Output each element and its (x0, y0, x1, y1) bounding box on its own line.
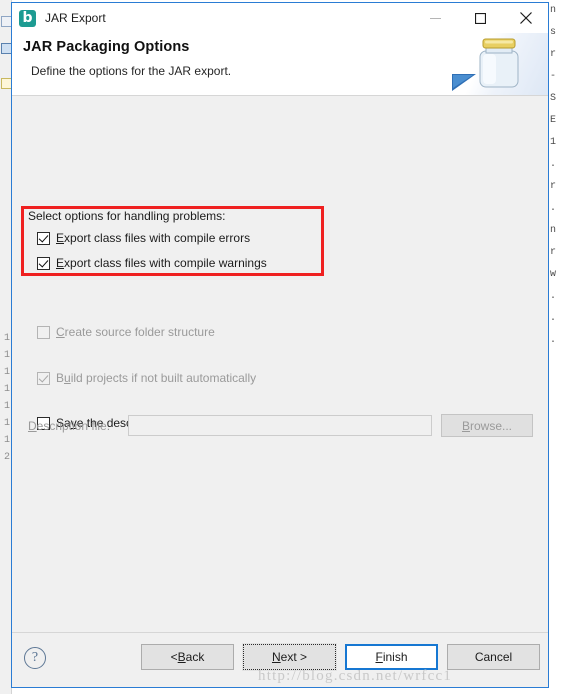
eclipse-b-icon (19, 8, 36, 28)
help-icon[interactable]: ? (24, 647, 46, 669)
editor-code-fragment: - (550, 71, 557, 82)
editor-code-fragment: E (550, 115, 557, 126)
editor-line-number: 2 (3, 452, 10, 463)
maximize-icon[interactable] (458, 3, 503, 33)
editor-line-number: 1 (3, 435, 10, 446)
editor-code-fragment: . (550, 335, 557, 346)
editor-code-fragment: S (550, 93, 557, 104)
cancel-button[interactable]: Cancel (447, 644, 540, 670)
editor-code-fragment: . (550, 159, 557, 170)
checkbox-box[interactable] (37, 256, 50, 270)
back-button[interactable]: < Back (141, 644, 234, 670)
checkbox-box[interactable] (37, 231, 50, 245)
editor-code-fragment: . (550, 203, 557, 214)
dialog-title-bar[interactable]: JAR Export (12, 3, 548, 33)
editor-code-fragment: r (550, 247, 557, 258)
editor-code-fragment: n (550, 225, 557, 236)
wizard-header: JAR Packaging Options Define the options… (12, 33, 548, 96)
checkbox-box (37, 325, 50, 339)
editor-code-fragment: w (550, 269, 557, 280)
jar-wizard-banner-icon (442, 33, 548, 95)
editor-code-fragment: r (550, 181, 557, 192)
editor-line-number: 1 (3, 333, 10, 344)
browse-button[interactable]: Br owse... (441, 414, 533, 437)
dialog-footer: ? < Back Next > Finish Cancel (12, 632, 548, 687)
close-icon[interactable] (503, 3, 548, 33)
checkbox-label: Create source folder structure (56, 325, 215, 339)
checkbox-build-projects-if-not-built-automatically: Build projects if not built automaticall… (37, 371, 256, 385)
page-subtitle: Define the options for the JAR export. (31, 64, 232, 78)
checkbox-box (37, 371, 50, 385)
description-file-row: Description file: Br owse... (28, 414, 533, 437)
editor-code-fragment: r (550, 49, 557, 60)
editor-right-sliver: nsr-SE1.r.nrw... (548, 0, 563, 694)
editor-line-number: 1 (3, 367, 10, 378)
dialog-content: Select options for handling problems: Ex… (12, 96, 548, 632)
checkbox-label: Build projects if not built automaticall… (56, 371, 257, 385)
editor-code-fragment: . (550, 291, 557, 302)
editor-line-number: 1 (3, 401, 10, 412)
editor-code-fragment: . (550, 313, 557, 324)
editor-line-number: 1 (3, 418, 10, 429)
description-file-label: Description file: (28, 418, 111, 433)
editor-line-number: 1 (3, 384, 10, 395)
wizard-button-bar: < Back Next > Finish Cancel (141, 643, 540, 671)
editor-line-number-ruler: 1 1 1 1 1 1 1 2 (0, 330, 11, 470)
checkbox-label: Export class files with compile warnings (56, 256, 267, 270)
minimize-icon[interactable] (413, 3, 458, 33)
editor-code-fragment: s (550, 27, 557, 38)
jar-export-dialog: JAR Export JAR Packaging Options Define … (11, 2, 549, 688)
editor-code-fragment: 1 (550, 137, 557, 148)
description-file-input[interactable] (128, 415, 432, 436)
checkbox-create-source-folder-structure: Create source folder structure (37, 325, 215, 339)
options-group-label: Select options for handling problems: (28, 209, 226, 223)
checkbox-export-class-files-compile-warnings[interactable]: Export class files with compile warnings (37, 256, 267, 270)
finish-button[interactable]: Finish (345, 644, 438, 670)
dialog-title: JAR Export (45, 11, 106, 25)
next-button[interactable]: Next > (242, 643, 337, 671)
window-controls (413, 3, 548, 33)
checkbox-export-class-files-compile-errors[interactable]: Export class files with compile errors (37, 231, 250, 245)
checkbox-label: Export class files with compile errors (56, 231, 251, 245)
editor-line-number: 1 (3, 350, 10, 361)
page-title: JAR Packaging Options (23, 39, 190, 55)
editor-code-fragment: n (550, 5, 557, 16)
